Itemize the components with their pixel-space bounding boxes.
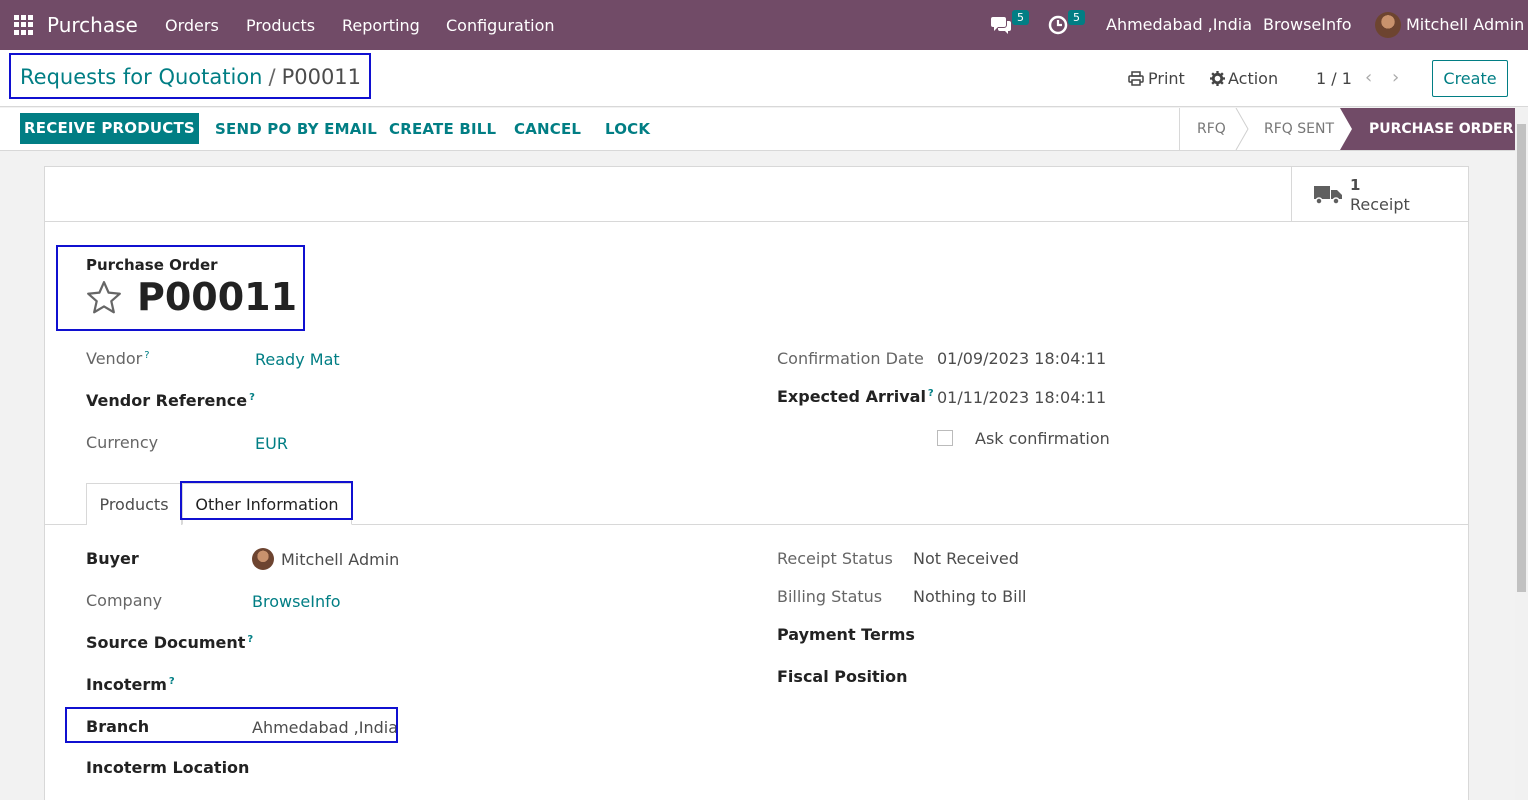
payment-terms-label: Payment Terms xyxy=(777,625,915,644)
vendor-label: Vendor? xyxy=(86,349,150,368)
buyer-field[interactable]: Mitchell Admin xyxy=(281,550,399,569)
stage-rfq-sent[interactable]: RFQ SENT xyxy=(1264,108,1334,150)
top-navbar: Purchase Orders Products Reporting Confi… xyxy=(0,0,1528,50)
form-sheet: 1 Receipt Purchase Order P00011 Vendor? … xyxy=(44,166,1469,800)
user-avatar[interactable] xyxy=(1375,12,1401,38)
source-document-field[interactable] xyxy=(252,633,552,653)
incoterm-label: Incoterm? xyxy=(86,675,175,694)
menu-reporting[interactable]: Reporting xyxy=(342,16,420,35)
company-label: Company xyxy=(86,591,163,610)
stage-chevron-icon xyxy=(1235,108,1249,150)
breadcrumb: Requests for Quotation / P00011 xyxy=(20,65,361,89)
currency-label: Currency xyxy=(86,433,159,452)
breadcrumb-separator: / xyxy=(268,65,276,89)
stage-divider xyxy=(1179,108,1180,150)
menu-orders[interactable]: Orders xyxy=(165,16,219,35)
messages-icon[interactable] xyxy=(990,15,1012,35)
control-panel: Requests for Quotation / P00011 Print Acti… xyxy=(0,50,1528,107)
expected-arrival-label: Expected Arrival? xyxy=(777,387,934,406)
create-button[interactable]: Create xyxy=(1432,60,1508,97)
ask-confirmation-checkbox[interactable] xyxy=(937,430,953,446)
receipt-smart-button[interactable]: 1 Receipt xyxy=(1291,167,1468,221)
source-document-label: Source Document? xyxy=(86,633,254,652)
fiscal-position-field[interactable] xyxy=(913,667,1213,687)
ask-confirmation-label: Ask confirmation xyxy=(975,429,1110,448)
send-po-email-button[interactable]: SEND PO BY EMAIL xyxy=(215,120,377,138)
truck-icon xyxy=(1314,186,1342,205)
company-switcher[interactable]: BrowseInfo xyxy=(1263,15,1352,34)
scrollbar-thumb[interactable] xyxy=(1517,124,1526,592)
branch-field[interactable]: Ahmedabad ,India xyxy=(252,718,398,737)
payment-terms-field[interactable] xyxy=(913,625,1213,645)
pager-previous-icon[interactable]: ‹ xyxy=(1365,67,1372,88)
vendor-field[interactable]: Ready Mat xyxy=(255,350,340,369)
user-menu[interactable]: Mitchell Admin xyxy=(1406,15,1524,34)
confirmation-date-label: Confirmation Date xyxy=(777,349,924,368)
menu-products[interactable]: Products xyxy=(246,16,315,35)
currency-field[interactable]: EUR xyxy=(255,434,288,453)
company-field[interactable]: BrowseInfo xyxy=(252,592,341,611)
cancel-button[interactable]: CANCEL xyxy=(514,120,581,138)
branch-switcher[interactable]: Ahmedabad ,India xyxy=(1106,15,1252,34)
activities-badge: 5 xyxy=(1068,10,1085,25)
receipt-status-field: Not Received xyxy=(913,549,1019,568)
stage-rfq[interactable]: RFQ xyxy=(1197,108,1226,150)
vendor-reference-field[interactable] xyxy=(255,391,555,411)
record-type-label: Purchase Order xyxy=(86,256,218,274)
incoterm-location-field[interactable] xyxy=(252,758,552,778)
breadcrumb-parent[interactable]: Requests for Quotation xyxy=(20,65,262,89)
record-title: P00011 xyxy=(137,275,298,319)
incoterm-location-label: Incoterm Location xyxy=(86,758,250,777)
stage-purchase-order[interactable]: PURCHASE ORDER xyxy=(1369,108,1513,150)
messages-badge: 5 xyxy=(1012,10,1029,25)
star-icon[interactable] xyxy=(85,279,123,317)
confirmation-date-field[interactable]: 01/09/2023 18:04:11 xyxy=(937,349,1106,368)
receive-products-button[interactable]: RECEIVE PRODUCTS xyxy=(20,113,199,144)
activity-clock-icon[interactable] xyxy=(1048,15,1068,35)
app-menu-icon[interactable] xyxy=(14,15,34,35)
page-scrollbar[interactable] xyxy=(1515,108,1528,800)
buyer-label: Buyer xyxy=(86,549,139,568)
receipt-count: 1 xyxy=(1350,176,1361,194)
branch-label: Branch xyxy=(86,717,150,736)
tab-products[interactable]: Products xyxy=(86,483,182,525)
print-icon[interactable] xyxy=(1128,71,1144,86)
billing-status-field: Nothing to Bill xyxy=(913,587,1027,606)
app-name[interactable]: Purchase xyxy=(47,13,138,37)
button-box: 1 Receipt xyxy=(45,167,1468,222)
expected-arrival-field[interactable]: 01/11/2023 18:04:11 xyxy=(937,388,1106,407)
create-bill-button[interactable]: CREATE BILL xyxy=(389,120,496,138)
tab-other-information[interactable]: Other Information xyxy=(182,483,352,525)
receipt-label: Receipt xyxy=(1350,195,1410,214)
receipt-status-label: Receipt Status xyxy=(777,549,893,568)
gear-icon[interactable] xyxy=(1210,71,1225,86)
print-button[interactable]: Print xyxy=(1148,69,1185,88)
pager-value[interactable]: 1 / 1 xyxy=(1316,69,1352,88)
vendor-reference-label: Vendor Reference? xyxy=(86,391,255,410)
breadcrumb-current: P00011 xyxy=(281,65,362,89)
action-button[interactable]: Action xyxy=(1228,69,1278,88)
fiscal-position-label: Fiscal Position xyxy=(777,667,908,686)
lock-button[interactable]: LOCK xyxy=(605,120,650,138)
buyer-avatar xyxy=(252,548,274,570)
pager-next-icon[interactable]: › xyxy=(1392,67,1399,88)
incoterm-field[interactable] xyxy=(252,675,552,695)
billing-status-label: Billing Status xyxy=(777,587,883,606)
status-bar: RECEIVE PRODUCTS SEND PO BY EMAIL CREATE… xyxy=(0,108,1528,151)
menu-configuration[interactable]: Configuration xyxy=(446,16,555,35)
